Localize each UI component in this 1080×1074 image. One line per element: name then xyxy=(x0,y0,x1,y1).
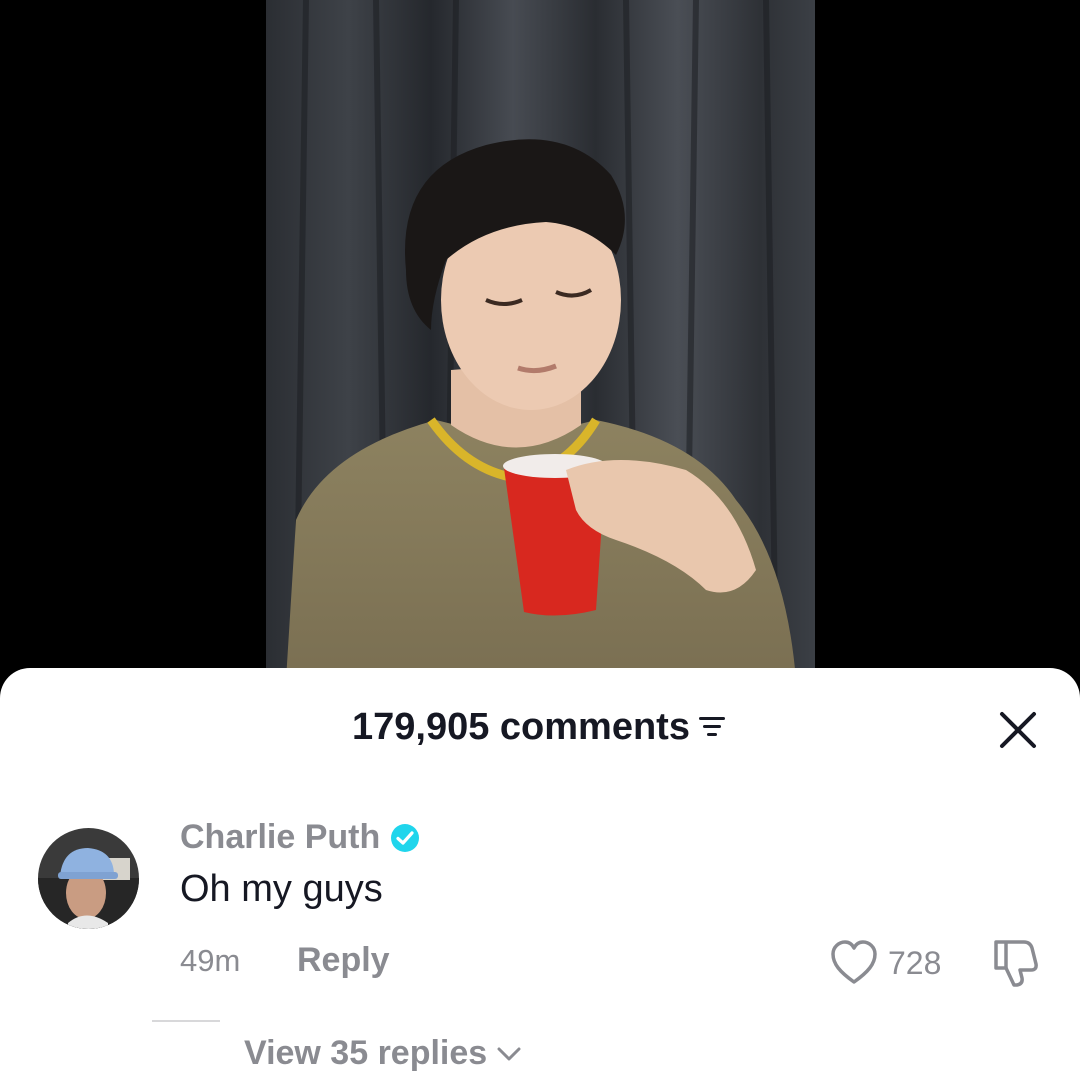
filter-lines-icon[interactable] xyxy=(698,707,728,750)
comments-sheet: 179,905 comments Charlie Puth Oh my guys… xyxy=(0,668,1080,1074)
like-count: 728 xyxy=(888,945,942,981)
comment-time: 49m xyxy=(180,943,241,978)
video-frame xyxy=(266,0,815,680)
chevron-down-icon xyxy=(497,1047,521,1060)
heart-icon[interactable] xyxy=(830,940,878,986)
comments-header: 179,905 comments xyxy=(0,706,1080,750)
view-replies-button[interactable]: View 35 replies xyxy=(244,1034,521,1073)
reply-button[interactable]: Reply xyxy=(297,941,390,980)
close-icon[interactable] xyxy=(998,710,1038,750)
replies-divider xyxy=(152,1020,220,1022)
comment-username[interactable]: Charlie Puth xyxy=(180,818,380,857)
avatar[interactable] xyxy=(38,828,139,929)
comment-username-row[interactable]: Charlie Puth xyxy=(180,818,420,857)
verified-badge-icon xyxy=(391,823,420,852)
comments-count: 179,905 comments xyxy=(352,706,690,748)
video-player[interactable] xyxy=(266,0,815,680)
comment-text: Oh my guys xyxy=(180,868,383,910)
thumbs-down-icon[interactable] xyxy=(990,938,1044,988)
view-replies-label[interactable]: View 35 replies xyxy=(244,1034,487,1073)
